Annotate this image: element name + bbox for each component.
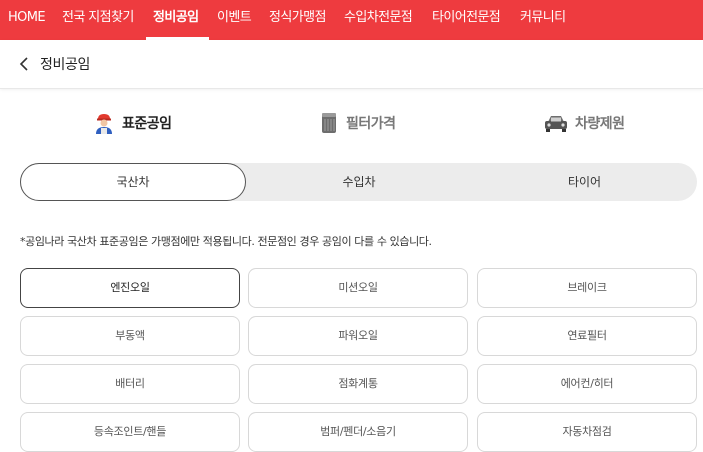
category-standard-labor[interactable]: 표준공임 <box>92 110 172 136</box>
nav-import-specialist[interactable]: 수입차전문점 <box>344 0 413 40</box>
item-button[interactable]: 범퍼/펜더/소음기 <box>248 412 468 452</box>
nav-tire-specialist[interactable]: 타이어전문점 <box>432 0 501 40</box>
nav-branch-finder[interactable]: 전국 지점찾기 <box>62 0 134 40</box>
nav-maintenance-labor[interactable]: 정비공임 <box>153 0 199 40</box>
item-button[interactable]: 엔진오일 <box>20 268 240 308</box>
item-button[interactable]: 등속조인트/핸들 <box>20 412 240 452</box>
notice-text: *공임나라 국산차 표준공임은 가맹점에만 적용됩니다. 전문점인 경우 공임이… <box>20 235 432 248</box>
item-button[interactable]: 배터리 <box>20 364 240 404</box>
item-button[interactable]: 파워오일 <box>248 316 468 356</box>
top-navigation: HOME 전국 지점찾기 정비공임 이벤트 정식가맹점 수입차전문점 타이어전문… <box>0 0 703 40</box>
tab-domestic[interactable]: 국산차 <box>20 163 246 201</box>
nav-home[interactable]: HOME <box>8 0 46 40</box>
tab-imported[interactable]: 수입차 <box>246 163 472 201</box>
item-button[interactable]: 에어컨/히터 <box>477 364 697 404</box>
category-label: 차량제원 <box>575 116 625 132</box>
filter-icon <box>322 113 336 133</box>
mechanic-icon <box>96 114 112 134</box>
nav-events[interactable]: 이벤트 <box>217 0 252 40</box>
item-button[interactable]: 자동차점검 <box>477 412 697 452</box>
item-button[interactable]: 브레이크 <box>477 268 697 308</box>
page-title: 정비공임 <box>40 57 90 73</box>
nav-community[interactable]: 커뮤니티 <box>520 0 566 40</box>
car-icon <box>545 116 567 132</box>
vehicle-type-tabs: 국산차 수입차 타이어 <box>20 163 697 201</box>
category-label: 표준공임 <box>122 116 172 132</box>
tab-tire[interactable]: 타이어 <box>472 163 697 201</box>
category-label: 필터가격 <box>346 116 396 132</box>
category-vehicle-specs[interactable]: 차량제원 <box>543 110 625 136</box>
page-header: 정비공임 <box>0 40 703 89</box>
back-arrow-icon[interactable] <box>16 54 34 74</box>
item-button[interactable]: 부동액 <box>20 316 240 356</box>
item-button[interactable]: 미션오일 <box>248 268 468 308</box>
item-button[interactable]: 점화계통 <box>248 364 468 404</box>
nav-official-franchise[interactable]: 정식가맹점 <box>269 0 326 40</box>
item-button[interactable]: 연료필터 <box>477 316 697 356</box>
category-filter-price[interactable]: 필터가격 <box>318 110 396 136</box>
